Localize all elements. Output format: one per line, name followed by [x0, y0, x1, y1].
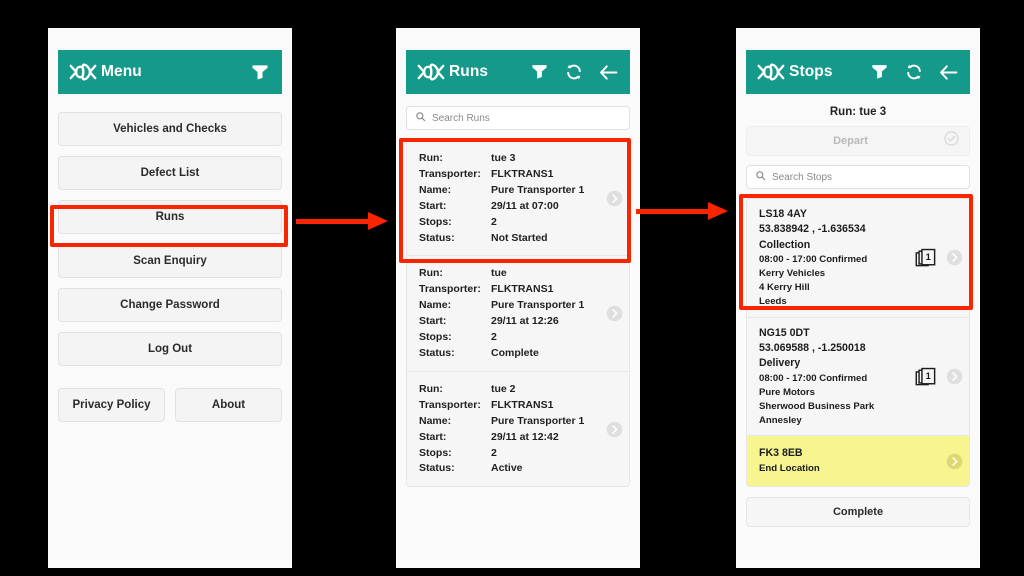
highlight-box-run-card: [399, 138, 631, 263]
stops-appbar-actions: [870, 62, 960, 82]
run-card[interactable]: Run: tue Transporter: FLKTRANS1 Name: Pu…: [407, 256, 629, 372]
run-value-name: Pure Transporter 1: [491, 414, 585, 427]
run-value-transporter: FLKTRANS1: [491, 398, 554, 411]
run-label-status: Status:: [419, 462, 455, 475]
complete-button[interactable]: Complete: [746, 496, 970, 527]
highlight-box-runs-menu-item: [50, 205, 288, 247]
runs-appbar-actions: [530, 62, 620, 82]
stack-badge-count: 1: [926, 371, 931, 381]
brand: Runs: [416, 61, 488, 83]
panel-menu-screen: Menu Vehicles and Checks Defect List Run…: [48, 28, 292, 568]
run-label-run: Run:: [419, 382, 443, 395]
flow-arrow-runs-to-stops: [636, 202, 728, 220]
run-label-name: Name:: [419, 299, 452, 312]
depart-button[interactable]: Depart: [746, 126, 970, 156]
run-label-status: Status:: [419, 346, 455, 359]
stop-time-window: 08:00 - 17:00 Confirmed: [759, 372, 868, 384]
run-value-status: Complete: [491, 346, 539, 359]
menu-item-defect-list[interactable]: Defect List: [58, 156, 282, 190]
end-location-card[interactable]: FK3 8EB End Location: [747, 436, 969, 486]
brand: Menu: [68, 61, 142, 83]
search-icon: [415, 109, 426, 127]
screenshot-stage: Menu Vehicles and Checks Defect List Run…: [0, 0, 1024, 576]
arrow-shaft: [296, 219, 370, 224]
menu-footer: Privacy Policy About: [58, 388, 282, 422]
route-loop-logo-icon: [68, 61, 98, 83]
search-stops-placeholder: Search Stops: [772, 171, 833, 183]
stop-company: Pure Motors: [759, 386, 815, 398]
search-runs-input[interactable]: Search Runs: [406, 106, 630, 130]
stop-coordinates: 53.069588 , -1.250018: [759, 342, 866, 355]
run-label-transporter: Transporter:: [419, 283, 481, 296]
arrow-shaft: [636, 209, 710, 214]
run-value-transporter: FLKTRANS1: [491, 283, 554, 296]
run-card[interactable]: Run: tue 2 Transporter: FLKTRANS1 Name: …: [407, 371, 629, 487]
menu-item-change-password[interactable]: Change Password: [58, 288, 282, 322]
filter-icon[interactable]: [250, 62, 270, 82]
stop-postcode: NG15 0DT: [759, 326, 810, 339]
run-value-stops: 2: [491, 446, 497, 459]
stop-card-details: NG15 0DT 53.069588 , -1.250018 Delivery …: [759, 326, 915, 428]
run-value-run: tue: [491, 267, 507, 280]
run-value-run: tue 2: [491, 382, 516, 395]
refresh-icon[interactable]: [564, 62, 584, 82]
run-label-run: Run:: [419, 267, 443, 280]
refresh-icon[interactable]: [904, 62, 924, 82]
search-stops-input[interactable]: Search Stops: [746, 165, 970, 189]
chevron-right-icon[interactable]: [946, 368, 963, 385]
back-arrow-icon[interactable]: [598, 62, 618, 82]
stop-type: Delivery: [759, 357, 801, 370]
stop-address-line2: Annesley: [759, 414, 802, 426]
back-arrow-icon[interactable]: [938, 62, 958, 82]
flow-arrow-menu-to-runs: [296, 212, 388, 230]
menu-appbar-actions: [250, 62, 272, 82]
run-label-name: Name:: [419, 414, 452, 427]
end-location-label: End Location: [759, 462, 820, 474]
end-location-postcode: FK3 8EB: [759, 447, 803, 460]
check-circle-icon: [944, 131, 959, 151]
run-label-start: Start:: [419, 430, 447, 443]
run-label-transporter: Transporter:: [419, 398, 481, 411]
menu-item-vehicles-and-checks[interactable]: Vehicles and Checks: [58, 112, 282, 146]
end-location-details: FK3 8EB End Location: [759, 446, 946, 475]
run-value-name: Pure Transporter 1: [491, 299, 585, 312]
menu-item-scan-enquiry[interactable]: Scan Enquiry: [58, 244, 282, 278]
menu-item-about[interactable]: About: [175, 388, 282, 422]
appbar-title: Runs: [449, 63, 489, 80]
panel-runs-screen: Runs Search Runs Run: tue 3 Transporter:…: [396, 28, 640, 568]
search-icon: [755, 168, 766, 186]
chevron-right-icon[interactable]: [606, 421, 623, 438]
brand: Stops: [756, 61, 833, 83]
runs-appbar: Runs: [406, 50, 630, 94]
search-runs-placeholder: Search Runs: [432, 112, 490, 124]
run-value-start: 29/11 at 12:26: [491, 315, 559, 328]
stacked-items-icon[interactable]: 1: [915, 366, 937, 388]
route-loop-logo-icon: [416, 61, 446, 83]
stop-card[interactable]: NG15 0DT 53.069588 , -1.250018 Delivery …: [747, 317, 969, 437]
arrow-head: [708, 202, 728, 220]
run-value-stops: 2: [491, 331, 497, 344]
filter-icon[interactable]: [870, 62, 890, 82]
stops-appbar: Stops: [746, 50, 970, 94]
arrow-head: [368, 212, 388, 230]
run-label-start: Start:: [419, 315, 447, 328]
menu-appbar: Menu: [58, 50, 282, 94]
run-label-stops: Stops:: [419, 331, 452, 344]
filter-icon[interactable]: [530, 62, 550, 82]
run-value-start: 29/11 at 12:42: [491, 430, 559, 443]
run-title: Run: tue 3: [829, 106, 887, 118]
menu-item-privacy-policy[interactable]: Privacy Policy: [58, 388, 165, 422]
run-label-stops: Stops:: [419, 446, 452, 459]
stop-address-line1: Sherwood Business Park: [759, 400, 875, 412]
chevron-right-icon[interactable]: [946, 453, 963, 470]
chevron-right-icon[interactable]: [606, 305, 623, 322]
run-value-status: Active: [491, 462, 523, 475]
menu-item-log-out[interactable]: Log Out: [58, 332, 282, 366]
appbar-title: Menu: [101, 63, 142, 80]
route-loop-logo-icon: [756, 61, 786, 83]
appbar-title: Stops: [789, 63, 833, 80]
depart-button-label: Depart: [833, 135, 868, 147]
highlight-box-stop-card: [739, 194, 973, 310]
